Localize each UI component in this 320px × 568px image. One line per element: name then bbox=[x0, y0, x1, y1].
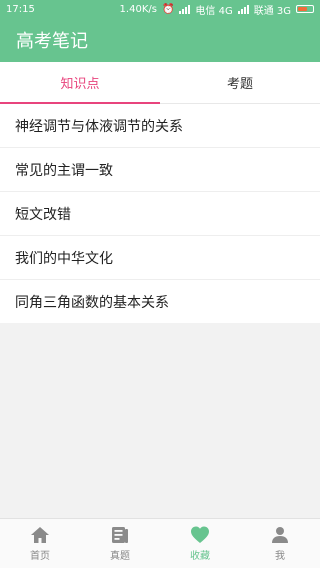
status-indicators: 1.40K/s ⏰ 电信 4G 联通 3G bbox=[120, 2, 314, 17]
list-item[interactable]: 神经调节与体液调节的关系 bbox=[0, 104, 320, 148]
page-title: 高考笔记 bbox=[16, 31, 88, 52]
carrier-2: 联通 3G bbox=[253, 5, 291, 17]
signal-icon bbox=[179, 4, 191, 14]
battery-icon bbox=[296, 5, 314, 13]
list-item[interactable]: 常见的主谓一致 bbox=[0, 148, 320, 192]
nav-home[interactable]: 首页 bbox=[0, 519, 80, 568]
tab-questions[interactable]: 考题 bbox=[160, 62, 320, 103]
nav-label: 首页 bbox=[30, 551, 50, 562]
home-icon bbox=[31, 527, 49, 543]
nav-me[interactable]: 我 bbox=[240, 519, 320, 568]
carrier-1: 电信 4G bbox=[195, 5, 233, 17]
tab-label: 知识点 bbox=[60, 77, 100, 92]
network-speed: 1.40K/s bbox=[119, 3, 157, 15]
nav-label: 真题 bbox=[110, 551, 130, 562]
favorites-list: 神经调节与体液调节的关系 常见的主谓一致 短文改错 我们的中华文化 同角三角函数… bbox=[0, 104, 320, 323]
heart-icon bbox=[191, 526, 209, 543]
bottom-nav: 首页 真题 收藏 我 bbox=[0, 518, 320, 568]
nav-label: 我 bbox=[275, 551, 285, 562]
book-icon bbox=[112, 527, 128, 543]
nav-favorites[interactable]: 收藏 bbox=[160, 519, 240, 568]
tab-label: 考题 bbox=[226, 77, 253, 92]
status-time: 17:15 bbox=[6, 3, 35, 15]
nav-label: 收藏 bbox=[190, 551, 210, 562]
nav-exams[interactable]: 真题 bbox=[80, 519, 160, 568]
list-item[interactable]: 短文改错 bbox=[0, 192, 320, 236]
person-icon bbox=[272, 527, 288, 543]
app-bar: 高考笔记 bbox=[0, 18, 320, 62]
status-bar: 17:15 1.40K/s ⏰ 电信 4G 联通 3G bbox=[0, 0, 320, 18]
signal-icon-2 bbox=[237, 4, 249, 14]
list-item[interactable]: 同角三角函数的基本关系 bbox=[0, 280, 320, 323]
alarm-icon: ⏰ bbox=[161, 3, 175, 15]
tab-bar: 知识点 考题 bbox=[0, 62, 320, 104]
list-item[interactable]: 我们的中华文化 bbox=[0, 236, 320, 280]
tab-knowledge[interactable]: 知识点 bbox=[0, 62, 160, 104]
